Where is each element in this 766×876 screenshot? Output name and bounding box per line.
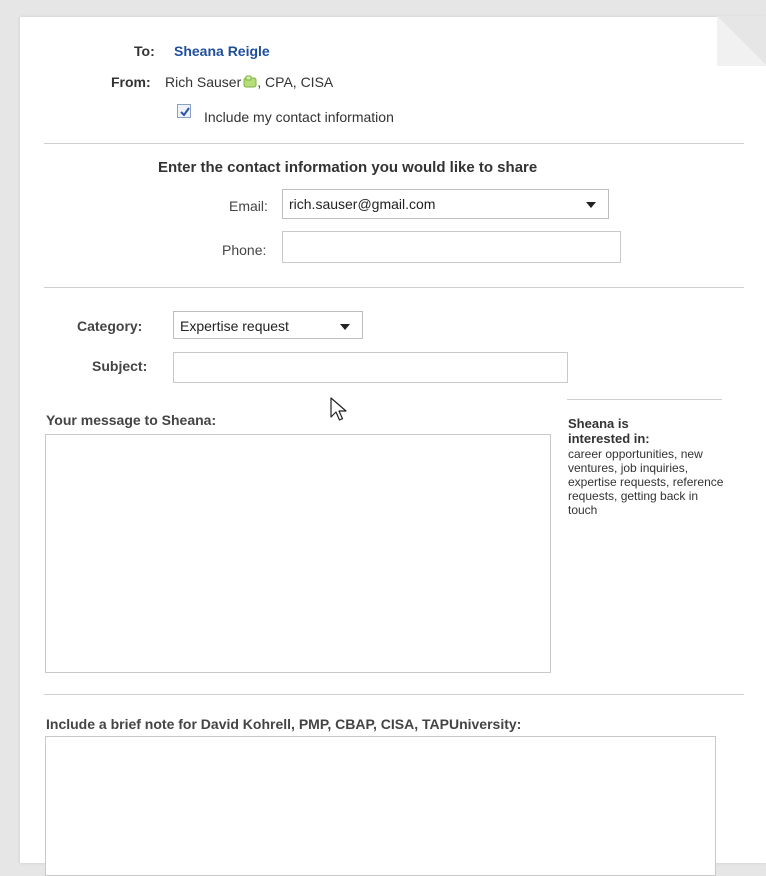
- recipient-name-link[interactable]: Sheana Reigle: [174, 43, 270, 59]
- sidebar-divider: [567, 399, 722, 400]
- phone-label: Phone:: [222, 242, 267, 258]
- category-label: Category:: [77, 318, 143, 334]
- category-select-value: Expertise request: [180, 318, 289, 334]
- mouse-cursor-icon: [330, 397, 347, 421]
- sender-credentials: , CPA, CISA: [257, 74, 334, 90]
- include-contact-label: Include my contact information: [204, 109, 394, 125]
- checkmark-icon: [180, 107, 190, 117]
- from-label: From:: [111, 74, 151, 90]
- message-label: Your message to Sheana:: [46, 412, 217, 428]
- from-value: Rich Sauser , CPA, CISA: [165, 74, 333, 92]
- page-corner-fold: [717, 16, 766, 66]
- category-select[interactable]: Expertise request: [173, 311, 363, 339]
- phone-input[interactable]: [282, 231, 621, 263]
- email-label: Email:: [229, 198, 268, 214]
- interests-panel: Sheana is interested in: career opportun…: [568, 416, 728, 517]
- chevron-down-icon: [340, 324, 350, 330]
- subject-label: Subject:: [92, 358, 148, 374]
- interests-title: Sheana is interested in:: [568, 416, 650, 446]
- sender-name: Rich Sauser: [165, 74, 242, 90]
- divider: [44, 694, 744, 695]
- interests-list: career opportunities, new ventures, job …: [568, 447, 724, 517]
- divider: [44, 287, 744, 288]
- subject-input[interactable]: [173, 352, 568, 383]
- connection-icon: [243, 75, 257, 92]
- contact-info-heading: Enter the contact information you would …: [158, 159, 538, 176]
- email-select[interactable]: rich.sauser@gmail.com: [282, 189, 609, 219]
- message-sheet: To: Sheana Reigle From: Rich Sauser , CPA…: [20, 16, 766, 876]
- divider: [44, 143, 744, 144]
- email-select-value: rich.sauser@gmail.com: [289, 196, 436, 212]
- include-contact-checkbox[interactable]: [177, 104, 191, 118]
- note-textarea[interactable]: [45, 736, 716, 876]
- chevron-down-icon: [586, 202, 596, 208]
- message-textarea[interactable]: [45, 434, 551, 673]
- to-label: To:: [134, 43, 155, 59]
- note-label: Include a brief note for David Kohrell, …: [46, 716, 522, 732]
